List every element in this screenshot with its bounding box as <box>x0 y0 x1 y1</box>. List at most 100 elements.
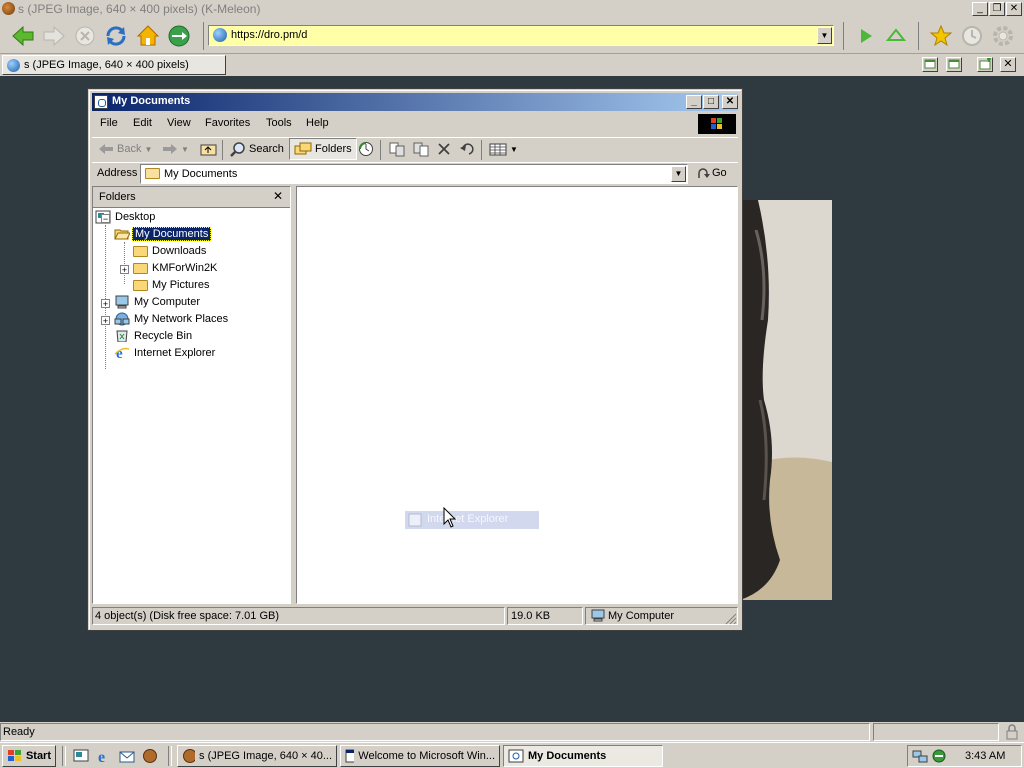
reload-button[interactable] <box>103 23 129 49</box>
tree-item-label: My Network Places <box>134 313 229 325</box>
preferences-button[interactable] <box>990 23 1016 49</box>
browser-tab[interactable]: s (JPEG Image, 640 × 400 pixels) <box>2 55 226 75</box>
k-meleon-icon <box>2 2 15 15</box>
volume-tray-icon[interactable] <box>931 748 947 764</box>
explorer-toolbar: Back ▼ ▼ Search Folders ▼ <box>92 137 738 161</box>
ie-icon: e <box>98 749 105 766</box>
tree-item-my-computer[interactable]: My Computer <box>114 294 200 311</box>
play-arrow-icon <box>861 29 872 43</box>
move-to-icon <box>389 142 405 157</box>
address-field[interactable]: My Documents ▼ <box>140 164 688 184</box>
restore-button[interactable]: ❐ <box>989 2 1005 16</box>
collapse-my-documents-icon[interactable]: − <box>101 214 110 224</box>
drag-ghost-label: Internet Explorer <box>427 513 509 525</box>
expand-my-network-places-icon[interactable]: + <box>101 316 110 326</box>
task-label: Welcome to Microsoft Win... <box>358 750 495 762</box>
task-label: My Documents <box>528 750 607 762</box>
new-tab-button[interactable] <box>977 57 993 72</box>
folders-header-label: Folders <box>99 191 136 203</box>
copy-to-icon <box>413 142 429 157</box>
folder-icon <box>133 263 148 274</box>
url-dropdown-button[interactable]: ▼ <box>817 27 832 44</box>
outlook-express-icon <box>119 751 135 763</box>
welcome-window-icon <box>345 749 355 763</box>
menu-edit[interactable]: Edit <box>127 114 158 132</box>
folders-pane-close-icon[interactable]: ✕ <box>273 189 283 203</box>
folders-button[interactable]: Folders <box>289 138 357 160</box>
tree-item-kmforwin2k[interactable]: KMForWin2K <box>133 260 217 277</box>
start-button[interactable]: Start <box>2 745 56 767</box>
address-go-button[interactable]: Go <box>696 166 727 180</box>
quick-launch-ie[interactable]: e <box>96 748 112 767</box>
address-dropdown-button[interactable]: ▼ <box>671 166 686 182</box>
expand-my-computer-icon[interactable]: + <box>101 299 110 309</box>
views-button[interactable]: ▼ <box>485 138 522 160</box>
search-button[interactable]: Search <box>226 138 288 160</box>
drag-ghost-icon <box>408 513 422 527</box>
explorer-window-icon <box>508 749 524 763</box>
up-folder-button[interactable] <box>196 138 222 160</box>
history-button[interactable] <box>354 138 378 160</box>
resize-grip-icon[interactable] <box>725 613 737 625</box>
stop-button[interactable] <box>72 23 98 49</box>
taskbar: Start e s (JPEG Image, 640 × 40... Welco… <box>0 742 1024 768</box>
history-button[interactable] <box>959 23 985 49</box>
task-kmeleon[interactable]: s (JPEG Image, 640 × 40... <box>177 745 337 767</box>
browser-window-title: s (JPEG Image, 640 × 400 pixels) (K-Mele… <box>18 2 261 16</box>
copy-to-button[interactable] <box>408 138 434 160</box>
explorer-maximize-button[interactable]: □ <box>703 95 719 109</box>
tree-item-label: My Documents <box>132 227 212 241</box>
explorer-close-button[interactable]: ✕ <box>722 95 738 109</box>
bookmarks-button[interactable] <box>928 23 954 49</box>
up-button[interactable] <box>883 23 909 49</box>
move-to-button[interactable] <box>384 138 410 160</box>
expand-kmforwin2k-icon[interactable]: + <box>120 265 129 275</box>
delete-button[interactable] <box>433 138 455 160</box>
address-value: My Documents <box>164 168 238 180</box>
tree-item-internet-explorer[interactable]: e Internet Explorer <box>114 345 215 362</box>
back-button[interactable] <box>10 23 36 49</box>
menu-help[interactable]: Help <box>300 114 335 132</box>
folder-contents-pane[interactable]: Internet Explorer <box>296 186 738 604</box>
menu-file[interactable]: File <box>94 114 124 132</box>
go-button[interactable] <box>853 23 879 49</box>
quick-launch-outlook[interactable] <box>119 748 135 767</box>
clock-icon <box>962 26 982 46</box>
back-button[interactable]: Back ▼ <box>94 138 156 160</box>
back-label: Back <box>117 143 142 155</box>
url-bar[interactable]: https://dro.pm/d ▼ <box>208 25 834 46</box>
tab-list-button[interactable] <box>922 57 938 72</box>
tree-item-my-pictures[interactable]: My Pictures <box>133 277 209 294</box>
tree-item-label: Downloads <box>152 245 207 257</box>
quick-launch-desktop[interactable] <box>73 748 89 767</box>
go-page-button[interactable] <box>166 23 192 49</box>
windows-flag-icon <box>711 118 722 129</box>
clock[interactable]: 3:43 AM <box>965 750 1005 762</box>
tree-item-my-network-places[interactable]: My Network Places <box>114 311 228 328</box>
home-button[interactable] <box>135 23 161 49</box>
quick-launch-kmeleon[interactable] <box>142 748 158 767</box>
minimize-button[interactable]: _ <box>972 2 988 16</box>
search-label: Search <box>249 143 284 155</box>
menu-view[interactable]: View <box>161 114 197 132</box>
status-objects-panel: 4 object(s) (Disk free space: 7.01 GB) <box>92 607 505 625</box>
forward-button[interactable]: ▼ <box>158 138 193 160</box>
close-button[interactable]: ✕ <box>1006 2 1022 16</box>
menu-tools[interactable]: Tools <box>260 114 298 132</box>
forward-arrow-icon <box>163 144 177 154</box>
task-welcome[interactable]: Welcome to Microsoft Win... <box>340 745 500 767</box>
tab-prev-button[interactable] <box>946 57 962 72</box>
close-tab-button[interactable]: ✕ <box>1000 57 1016 72</box>
undo-button[interactable] <box>455 138 481 160</box>
task-my-documents[interactable]: My Documents <box>503 745 663 767</box>
tree-item-my-documents[interactable]: My Documents <box>114 226 212 243</box>
explorer-title-bar[interactable]: My Documents _ □ ✕ <box>92 93 738 111</box>
system-tray: 3:43 AM <box>907 745 1022 767</box>
forward-button[interactable] <box>41 23 67 49</box>
tree-item-label: Recycle Bin <box>134 330 193 342</box>
network-tray-icon[interactable] <box>912 748 928 764</box>
tree-item-recycle-bin[interactable]: Recycle Bin <box>114 328 192 345</box>
explorer-minimize-button[interactable]: _ <box>686 95 702 109</box>
menu-favorites[interactable]: Favorites <box>199 114 256 132</box>
tree-item-downloads[interactable]: Downloads <box>133 243 206 260</box>
